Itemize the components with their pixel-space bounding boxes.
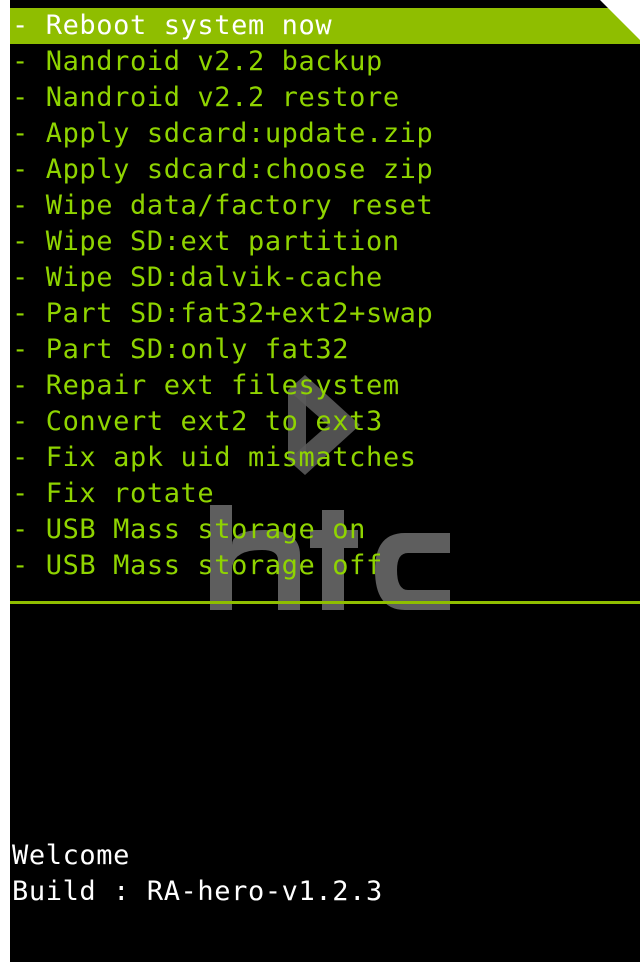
- menu-item-part-sd-full[interactable]: - Part SD:fat32+ext2+swap: [10, 296, 640, 332]
- menu-divider: [10, 601, 640, 604]
- menu-item-convert-ext[interactable]: - Convert ext2 to ext3: [10, 404, 640, 440]
- menu-item-fix-apk-uid[interactable]: - Fix apk uid mismatches: [10, 440, 640, 476]
- menu-item-repair-ext[interactable]: - Repair ext filesystem: [10, 368, 640, 404]
- menu-item-part-sd-fat32[interactable]: - Part SD:only fat32: [10, 332, 640, 368]
- page-corner: [600, 0, 640, 40]
- log-line-welcome: Welcome: [12, 840, 130, 871]
- recovery-screen: - Reboot system now - Nandroid v2.2 back…: [10, 0, 640, 962]
- log-output: Welcome Build : RA-hero-v1.2.3: [12, 838, 383, 910]
- menu-item-wipe-data[interactable]: - Wipe data/factory reset: [10, 188, 640, 224]
- menu-item-usb-storage-on[interactable]: - USB Mass storage on: [10, 512, 640, 548]
- menu-item-usb-storage-off[interactable]: - USB Mass storage off: [10, 548, 640, 584]
- recovery-menu: - Reboot system now - Nandroid v2.2 back…: [10, 8, 640, 584]
- menu-item-nandroid-backup[interactable]: - Nandroid v2.2 backup: [10, 44, 640, 80]
- menu-item-nandroid-restore[interactable]: - Nandroid v2.2 restore: [10, 80, 640, 116]
- menu-item-wipe-dalvik[interactable]: - Wipe SD:dalvik-cache: [10, 260, 640, 296]
- menu-item-fix-rotate[interactable]: - Fix rotate: [10, 476, 640, 512]
- menu-item-apply-choose-zip[interactable]: - Apply sdcard:choose zip: [10, 152, 640, 188]
- menu-item-reboot-system[interactable]: - Reboot system now: [10, 8, 640, 44]
- menu-item-wipe-ext[interactable]: - Wipe SD:ext partition: [10, 224, 640, 260]
- log-line-build: Build : RA-hero-v1.2.3: [12, 876, 383, 907]
- menu-item-apply-update-zip[interactable]: - Apply sdcard:update.zip: [10, 116, 640, 152]
